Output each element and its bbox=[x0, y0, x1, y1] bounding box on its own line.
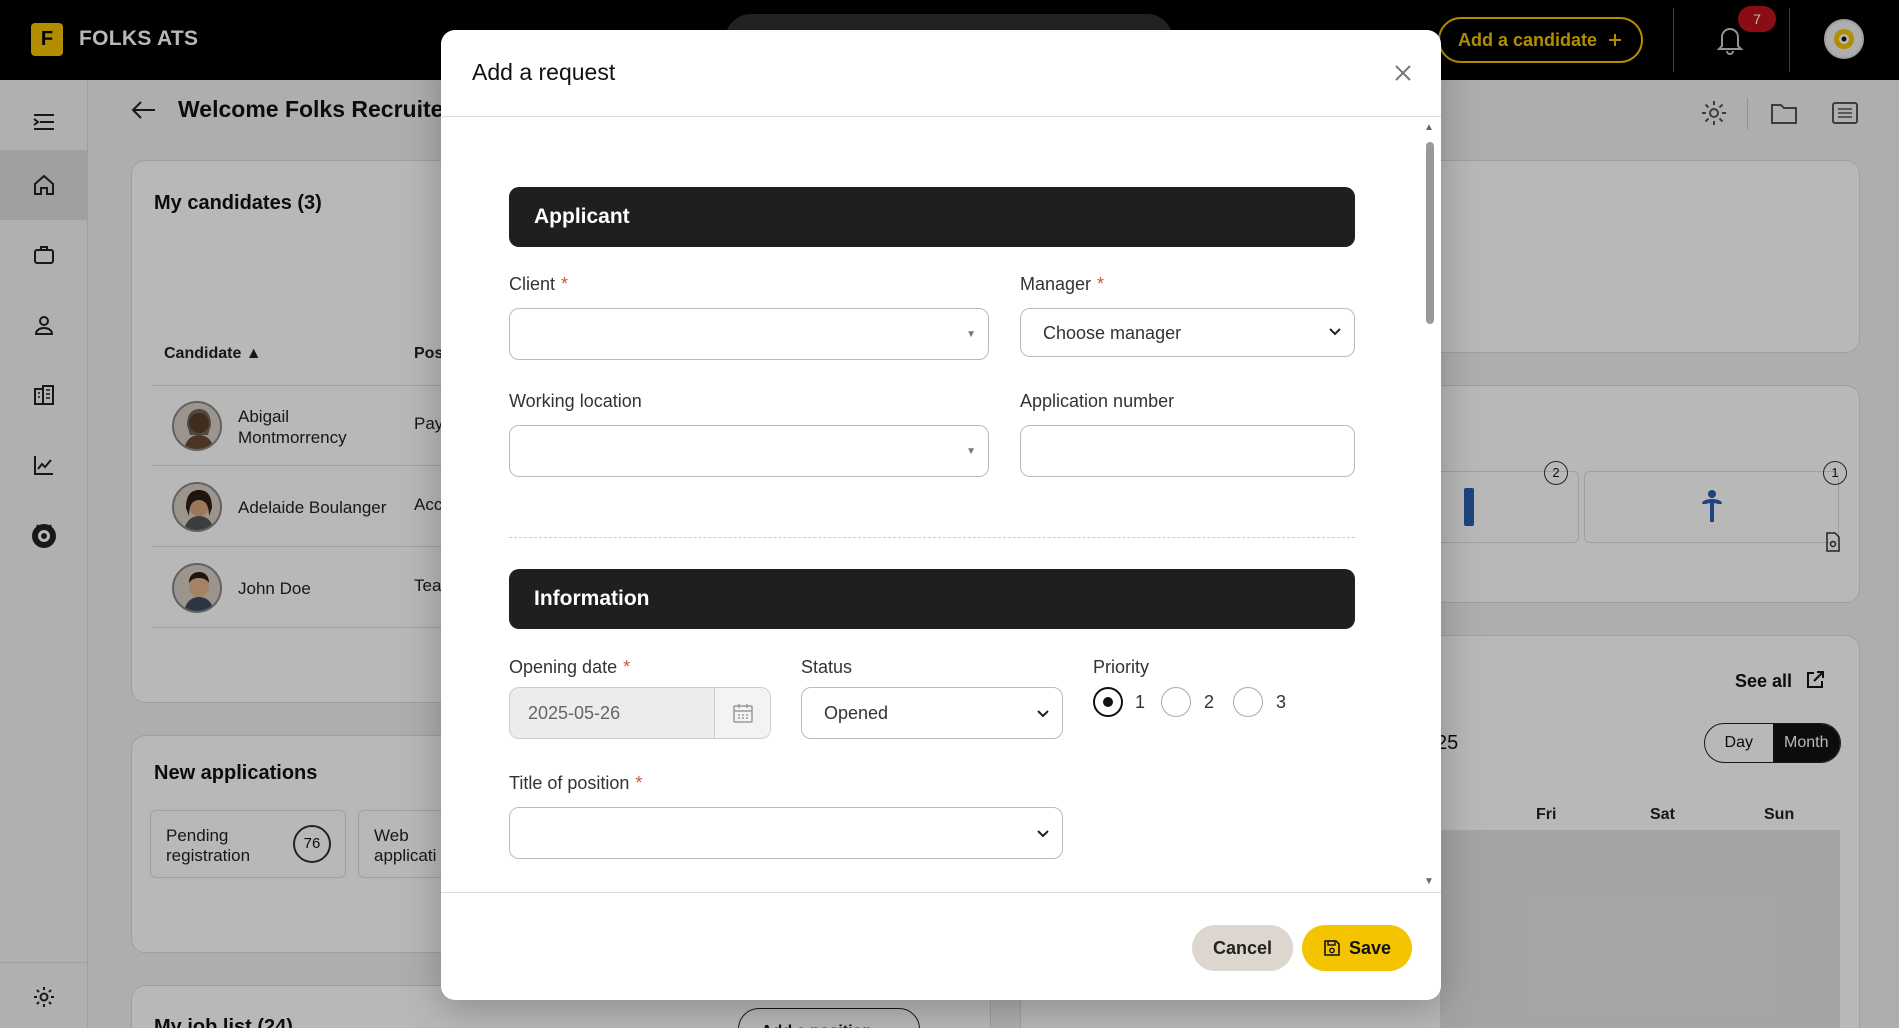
priority-option-label: 3 bbox=[1276, 692, 1287, 712]
title-of-position-select[interactable] bbox=[509, 807, 1063, 859]
floppy-disk-icon bbox=[1324, 940, 1340, 956]
opening-date-value: 2025-05-26 bbox=[528, 703, 621, 723]
priority-label: Priority bbox=[1093, 657, 1150, 677]
modal-header: Add a request bbox=[441, 30, 1441, 117]
chevron-down-icon bbox=[1329, 328, 1341, 336]
status-label: Status bbox=[801, 657, 853, 677]
scroll-down-arrow-icon[interactable]: ▼ bbox=[1424, 876, 1434, 887]
calendar-picker-button[interactable] bbox=[714, 688, 770, 738]
section-information-header: Information bbox=[509, 569, 1355, 629]
scroll-up-arrow-icon[interactable]: ▲ bbox=[1424, 122, 1434, 133]
priority-option-label: 2 bbox=[1204, 692, 1215, 712]
application-number-label: Application number bbox=[1020, 391, 1175, 411]
section-applicant-header: Applicant bbox=[509, 187, 1355, 247]
client-select[interactable]: ▼ bbox=[509, 308, 989, 360]
status-select-value: Opened bbox=[824, 703, 889, 723]
manager-select[interactable]: Choose manager bbox=[1020, 308, 1355, 357]
working-location-select[interactable]: ▼ bbox=[509, 425, 989, 477]
scrollbar-thumb[interactable] bbox=[1426, 142, 1434, 324]
modal-title: Add a request bbox=[472, 59, 616, 85]
modal-body: Applicant Client * ▼ Manager * Choose mana… bbox=[441, 117, 1441, 892]
add-request-modal: Add a request Applicant Client * ▼ Manage… bbox=[441, 30, 1441, 1000]
manager-label: Manager * bbox=[1020, 274, 1105, 294]
application-number-input[interactable] bbox=[1020, 425, 1355, 477]
status-select[interactable]: Opened bbox=[801, 687, 1063, 739]
save-button[interactable]: Save bbox=[1302, 925, 1412, 971]
opening-date-label: Opening date * bbox=[509, 657, 631, 677]
section-divider bbox=[509, 537, 1355, 538]
save-label: Save bbox=[1348, 937, 1392, 958]
title-of-position-label: Title of position * bbox=[509, 773, 643, 793]
caret-down-icon: ▼ bbox=[966, 446, 976, 457]
calendar-icon bbox=[732, 704, 753, 723]
chevron-down-icon bbox=[1037, 710, 1049, 718]
cancel-button[interactable]: Cancel bbox=[1192, 925, 1293, 971]
priority-radio-2[interactable] bbox=[1161, 687, 1191, 717]
priority-radio-3[interactable] bbox=[1233, 687, 1263, 717]
client-label: Client * bbox=[509, 274, 569, 294]
chevron-down-icon bbox=[1037, 830, 1049, 838]
priority-option-label: 1 bbox=[1135, 692, 1146, 712]
modal-footer: Cancel Save bbox=[441, 892, 1441, 1000]
priority-radio-1[interactable] bbox=[1093, 687, 1123, 717]
manager-select-value: Choose manager bbox=[1043, 323, 1182, 343]
working-location-label: Working location bbox=[509, 391, 642, 411]
caret-down-icon: ▼ bbox=[966, 329, 976, 340]
close-icon[interactable] bbox=[1391, 61, 1415, 85]
opening-date-input[interactable]: 2025-05-26 bbox=[509, 687, 771, 739]
